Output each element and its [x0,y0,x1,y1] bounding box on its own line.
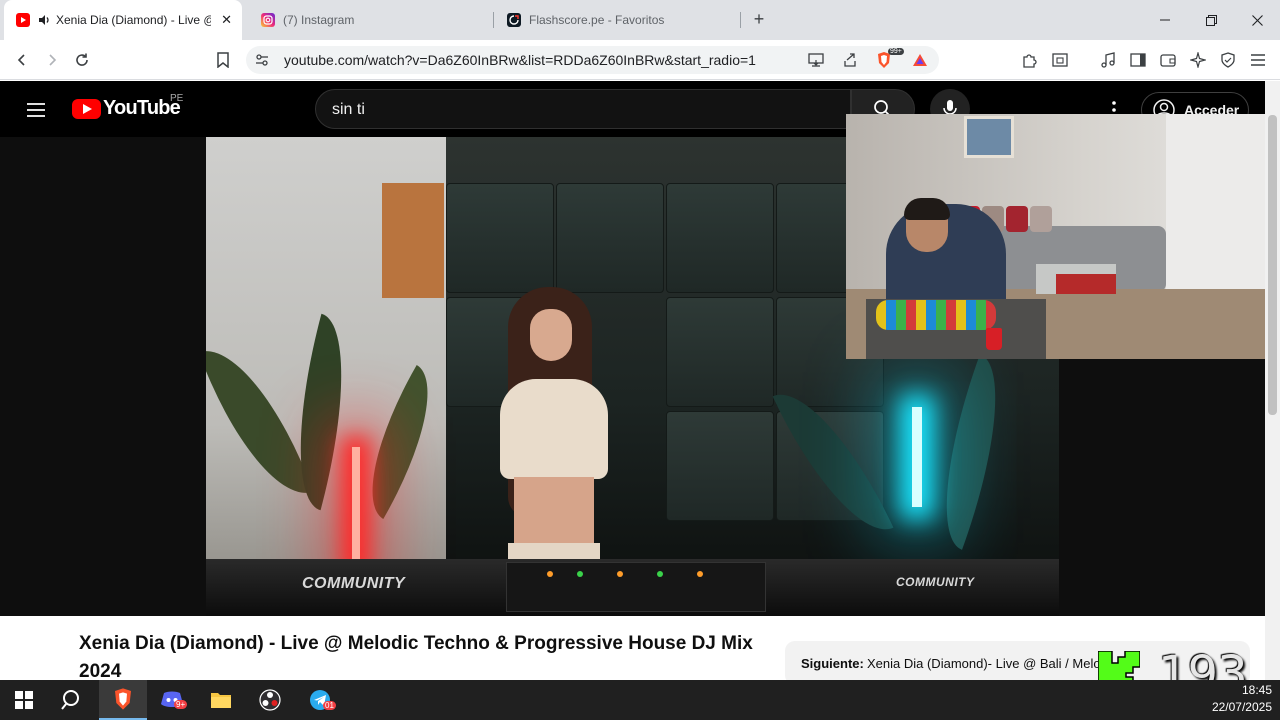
reload-button[interactable] [70,48,94,72]
search-taskbar-button[interactable] [48,680,96,720]
restore-button[interactable] [1188,0,1234,40]
browser-toolbar: youtube.com/watch?v=Da6Z60InBRw&list=RDD… [0,40,1280,80]
red-cup [986,328,1002,350]
menu-icon[interactable] [1246,48,1270,72]
plant-leaf [915,354,1027,550]
youtube-icon [16,13,30,27]
shields-badge: 99+ [888,48,904,55]
acoustic-panel [382,183,444,298]
share-icon[interactable] [840,50,860,70]
region-code: PE [170,93,184,104]
windows-taskbar: 9+ 01 18:45 22/07/2025 [0,680,1280,720]
webcam-overlay [846,114,1280,359]
search-icon [61,690,79,710]
obs-icon [259,689,281,711]
extensions-icon[interactable] [1018,48,1042,72]
tab-youtube[interactable]: Xenia Dia (Diamond) - Live @ Melodic Tec… [4,0,242,40]
deck-right-label: COMMUNITY [896,575,975,589]
brave-icon [115,688,131,710]
folder-icon [211,693,231,708]
clock-date: 22/07/2025 [1211,700,1272,714]
minimize-button[interactable] [1142,0,1188,40]
telegram-badge: 01 [323,701,336,710]
up-next-label: Siguiente: [801,656,864,671]
file-explorer-taskbar-app[interactable] [197,680,245,720]
start-button[interactable] [0,680,48,720]
brave-rewards-icon[interactable] [910,50,930,70]
tab-separator [493,12,494,28]
acoustic-panel [556,183,664,293]
url-text[interactable]: youtube.com/watch?v=Da6Z60InBRw&list=RDD… [284,52,756,68]
deck-left-label: COMMUNITY [302,575,406,592]
sidebar-icon[interactable] [1126,48,1150,72]
tab-instagram[interactable]: (7) Instagram [249,0,489,40]
back-button[interactable] [10,48,34,72]
youtube-play-icon [72,98,101,119]
media-icon[interactable] [1096,48,1120,72]
obs-taskbar-app[interactable] [246,680,294,720]
discord-badge: 9+ [174,700,188,709]
youtube-logo[interactable]: YouTube [72,97,181,120]
acoustic-panel [666,183,774,293]
close-window-button[interactable] [1234,0,1280,40]
tab-title: (7) Instagram [283,13,355,27]
new-tab-button[interactable]: + [748,8,770,30]
close-icon[interactable]: ✕ [221,12,232,28]
search-input[interactable]: sin ti [315,89,851,129]
forward-button[interactable] [40,48,64,72]
brave-taskbar-app[interactable] [99,680,147,720]
reading-list-icon[interactable] [1048,48,1072,72]
bookmark-icon[interactable] [211,48,235,72]
speaker-icon[interactable] [38,14,51,26]
browser-tab-strip: Xenia Dia (Diamond) - Live @ Melodic Tec… [0,0,1280,40]
wall-picture [964,116,1014,158]
up-next-title[interactable]: Xenia Dia (Diamond)- Live @ Bali / Melod… [867,656,1107,671]
video-title: Xenia Dia (Diamond) - Live @ Melodic Tec… [79,633,753,682]
telegram-taskbar-app[interactable]: 01 [296,680,344,720]
instagram-icon [261,13,275,27]
red-neon-light [352,447,360,567]
discord-taskbar-app[interactable]: 9+ [148,680,196,720]
acoustic-panel [446,183,554,293]
wallet-icon[interactable] [1156,48,1180,72]
system-clock[interactable]: 18:45 22/07/2025 [1212,682,1272,716]
tab-title: Flashscore.pe - Favoritos [529,13,665,27]
tab-separator [740,12,741,28]
cyan-neon-light [912,407,922,507]
dj-mixer [506,562,766,612]
youtube-wordmark: YouTube [103,97,181,119]
acoustic-panel [666,297,774,407]
search-query: sin ti [332,101,365,118]
vpn-icon[interactable] [1216,48,1240,72]
tab-title: Xenia Dia (Diamond) - Live @ Melodic Tec… [56,13,211,27]
clock-time: 18:45 [1241,683,1272,697]
flashscore-icon [507,13,521,27]
acoustic-panel [666,411,774,521]
guide-menu-icon[interactable] [24,98,48,122]
address-bar[interactable]: youtube.com/watch?v=Da6Z60InBRw&list=RDD… [246,46,939,74]
windows-icon [15,691,33,709]
cast-icon[interactable] [806,50,826,70]
tab-flashscore[interactable]: Flashscore.pe - Favoritos [495,0,739,40]
site-settings-icon[interactable] [252,50,272,70]
scrollbar-thumb[interactable] [1268,115,1277,415]
leo-ai-icon[interactable] [1186,48,1210,72]
